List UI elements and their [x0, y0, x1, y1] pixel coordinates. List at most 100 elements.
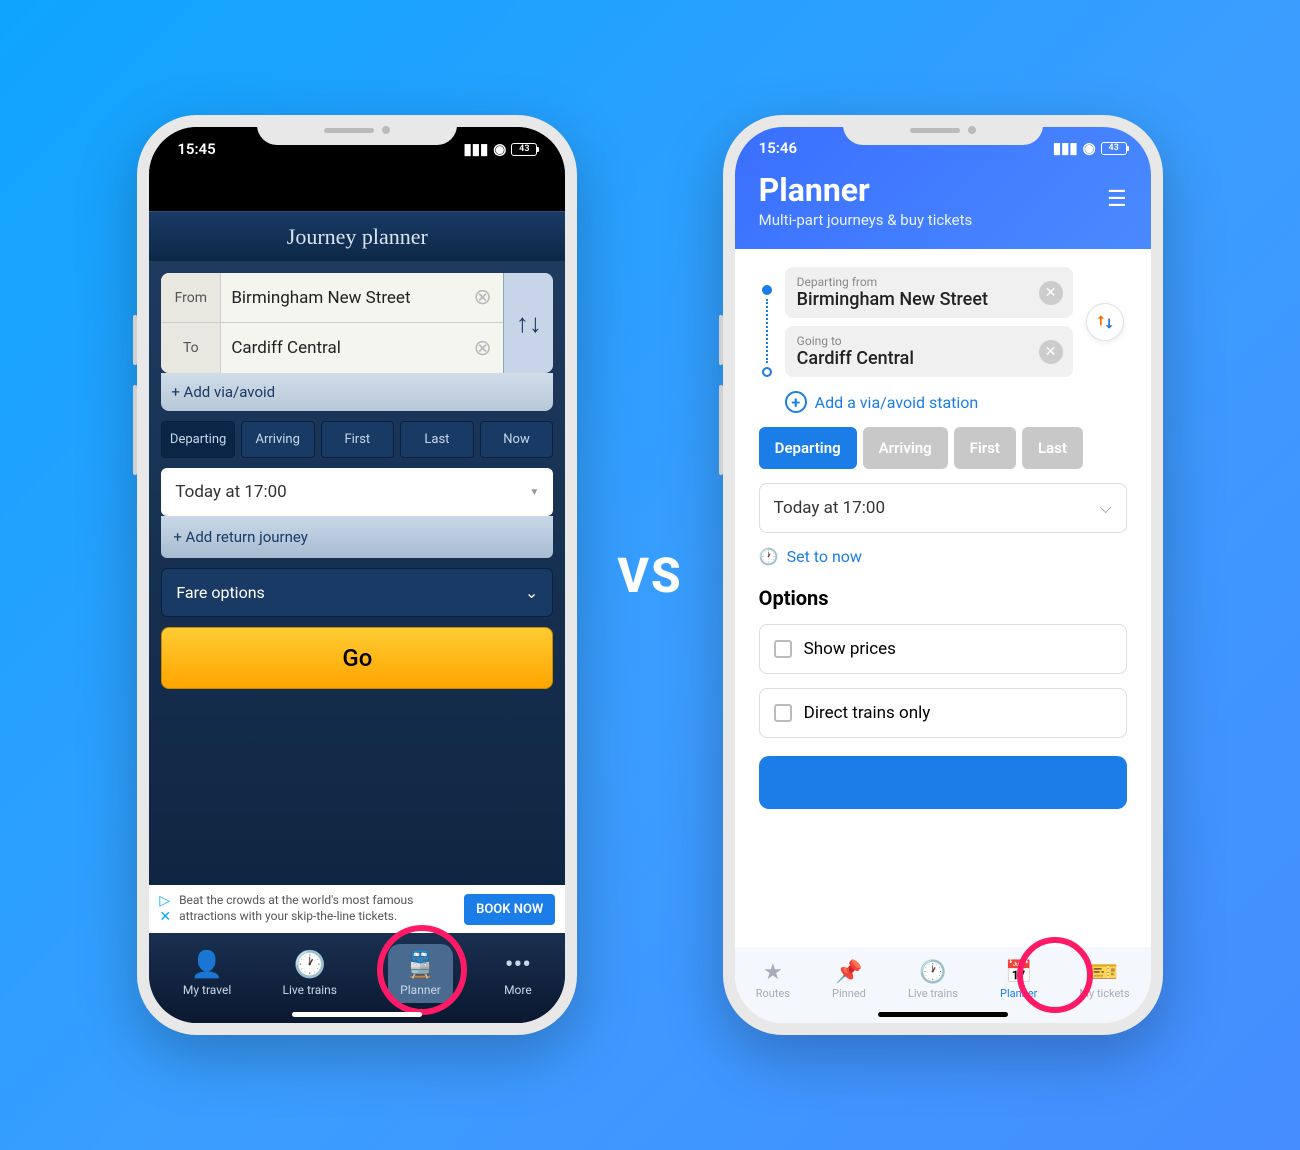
- from-value: Birmingham New Street: [221, 288, 473, 308]
- checkbox-icon[interactable]: [774, 640, 792, 658]
- swap-wrap: [1083, 267, 1127, 377]
- notch: [843, 115, 1043, 145]
- options-header: Options: [759, 586, 1127, 610]
- person-icon: 👤: [191, 950, 223, 980]
- clear-to-icon[interactable]: ⊗: [473, 336, 503, 361]
- option-show-prices[interactable]: Show prices: [759, 624, 1127, 674]
- phone-left: 15:45 ▮▮▮ ◉ 43 Journey planner From Birm…: [137, 115, 577, 1035]
- status-icons: ▮▮▮ ◉ 43: [463, 140, 537, 158]
- chevron-down-icon: ⌄: [525, 583, 538, 602]
- home-indicator[interactable]: [292, 1012, 422, 1017]
- to-label: To: [161, 323, 221, 373]
- route-line: [759, 267, 775, 377]
- to-field[interactable]: Going to Cardiff Central ✕: [785, 326, 1073, 377]
- app-header: Journey planner: [149, 211, 565, 261]
- to-label: Going to: [797, 334, 1061, 348]
- tab-bar: 👤My travel 🕐Live trains 🚆Planner •••More: [149, 933, 565, 1023]
- notch: [257, 115, 457, 145]
- from-to-block: From Birmingham New Street ⊗ To Cardiff …: [161, 273, 553, 373]
- ad-text: Beat the crowds at the world's most famo…: [179, 893, 456, 924]
- add-return-button[interactable]: + Add return journey: [161, 516, 553, 558]
- time-selector[interactable]: Today at 17:00: [759, 483, 1127, 533]
- segment-departing[interactable]: Departing: [759, 427, 857, 469]
- segment-last[interactable]: Last: [400, 421, 474, 458]
- phone-right: 15:46 ▮▮▮ ◉ 43 Planner Multi-part journe…: [723, 115, 1163, 1035]
- status-time: 15:45: [177, 140, 215, 158]
- time-segments: Departing Arriving First Last: [759, 427, 1127, 469]
- segment-last[interactable]: Last: [1022, 427, 1083, 469]
- ad-cta-button[interactable]: BOOK NOW: [464, 894, 555, 925]
- tab-live-trains[interactable]: 🕐Live trains: [908, 960, 958, 1000]
- signal-icon: ▮▮▮: [1053, 139, 1078, 157]
- swap-icon: [1095, 312, 1115, 332]
- to-value: Cardiff Central: [797, 348, 1061, 369]
- ad-banner[interactable]: ▷✕ Beat the crowds at the world's most f…: [149, 885, 565, 933]
- segment-arriving[interactable]: Arriving: [863, 427, 948, 469]
- origin-dot-icon: [762, 285, 772, 295]
- segment-now[interactable]: Now: [480, 421, 554, 458]
- swap-button[interactable]: [1086, 303, 1124, 341]
- add-station-button[interactable]: + Add a via/avoid station: [759, 391, 1127, 413]
- menu-icon[interactable]: ☰: [1107, 187, 1127, 212]
- home-indicator[interactable]: [878, 1012, 1008, 1017]
- clear-to-icon[interactable]: ✕: [1039, 340, 1063, 364]
- from-value: Birmingham New Street: [797, 289, 1061, 310]
- to-row[interactable]: To Cardiff Central ⊗: [161, 323, 503, 373]
- set-to-now-button[interactable]: 🕐 Set to now: [759, 547, 1127, 566]
- fare-options-button[interactable]: Fare options ⌄: [161, 568, 553, 617]
- tab-pinned[interactable]: 📌Pinned: [832, 960, 866, 1000]
- fare-options-label: Fare options: [176, 583, 264, 602]
- from-label: From: [161, 273, 221, 322]
- swap-button[interactable]: ↑↓: [503, 273, 553, 373]
- to-value: Cardiff Central: [221, 338, 473, 358]
- pin-icon: 📌: [835, 960, 862, 985]
- option-direct-only[interactable]: Direct trains only: [759, 688, 1127, 738]
- segment-departing[interactable]: Departing: [161, 421, 235, 458]
- time-segments: Departing Arriving First Last Now: [161, 421, 553, 458]
- clear-from-icon[interactable]: ⊗: [473, 285, 503, 310]
- status-icons: ▮▮▮ ◉ 43: [1053, 139, 1127, 157]
- planner-body: Departing from Birmingham New Street ✕ G…: [735, 249, 1151, 947]
- dest-dot-icon: [762, 367, 772, 377]
- segment-first[interactable]: First: [954, 427, 1016, 469]
- ticket-icon: 🎫: [1091, 960, 1118, 985]
- clock-icon: 🕐: [294, 950, 326, 980]
- screen-left: 15:45 ▮▮▮ ◉ 43 Journey planner From Birm…: [149, 127, 565, 1023]
- app-header: 15:46 ▮▮▮ ◉ 43 Planner Multi-part journe…: [735, 127, 1151, 249]
- highlight-ring: [1017, 937, 1093, 1013]
- wifi-icon: ◉: [1083, 139, 1096, 157]
- signal-icon: ▮▮▮: [463, 140, 488, 158]
- clock-icon: 🕐: [759, 547, 779, 566]
- status-time: 15:46: [759, 139, 797, 157]
- page-title: Planner: [759, 171, 1127, 209]
- page-subtitle: Multi-part journeys & buy tickets: [759, 211, 1127, 229]
- comparison-canvas: 15:45 ▮▮▮ ◉ 43 Journey planner From Birm…: [60, 45, 1240, 1105]
- wifi-icon: ◉: [493, 140, 506, 158]
- time-selector[interactable]: Today at 17:00: [161, 468, 553, 516]
- tab-routes[interactable]: ★Routes: [756, 960, 790, 1000]
- add-via-button[interactable]: + Add via/avoid: [161, 373, 553, 411]
- segment-arriving[interactable]: Arriving: [241, 421, 315, 458]
- more-icon: •••: [505, 950, 531, 980]
- segment-first[interactable]: First: [321, 421, 395, 458]
- ad-choices-icon[interactable]: ▷✕: [159, 893, 171, 925]
- battery-icon: 43: [1101, 142, 1127, 155]
- from-row[interactable]: From Birmingham New Street ⊗: [161, 273, 503, 323]
- highlight-ring: [377, 925, 467, 1015]
- route-block: Departing from Birmingham New Street ✕ G…: [759, 267, 1127, 377]
- checkbox-icon[interactable]: [774, 704, 792, 722]
- tab-live-trains[interactable]: 🕐Live trains: [282, 950, 336, 997]
- plan-journey-button[interactable]: [759, 756, 1127, 809]
- planner-body: From Birmingham New Street ⊗ To Cardiff …: [149, 261, 565, 885]
- plus-icon: +: [785, 391, 807, 413]
- vs-label: VS: [617, 547, 682, 604]
- go-button[interactable]: Go: [161, 627, 553, 689]
- tab-my-travel[interactable]: 👤My travel: [183, 950, 231, 997]
- clear-from-icon[interactable]: ✕: [1039, 281, 1063, 305]
- clock-icon: 🕐: [919, 960, 946, 985]
- from-field[interactable]: Departing from Birmingham New Street ✕: [785, 267, 1073, 318]
- from-label: Departing from: [797, 275, 1061, 289]
- tab-more[interactable]: •••More: [504, 950, 532, 997]
- star-icon: ★: [763, 960, 783, 985]
- screen-right: 15:46 ▮▮▮ ◉ 43 Planner Multi-part journe…: [735, 127, 1151, 1023]
